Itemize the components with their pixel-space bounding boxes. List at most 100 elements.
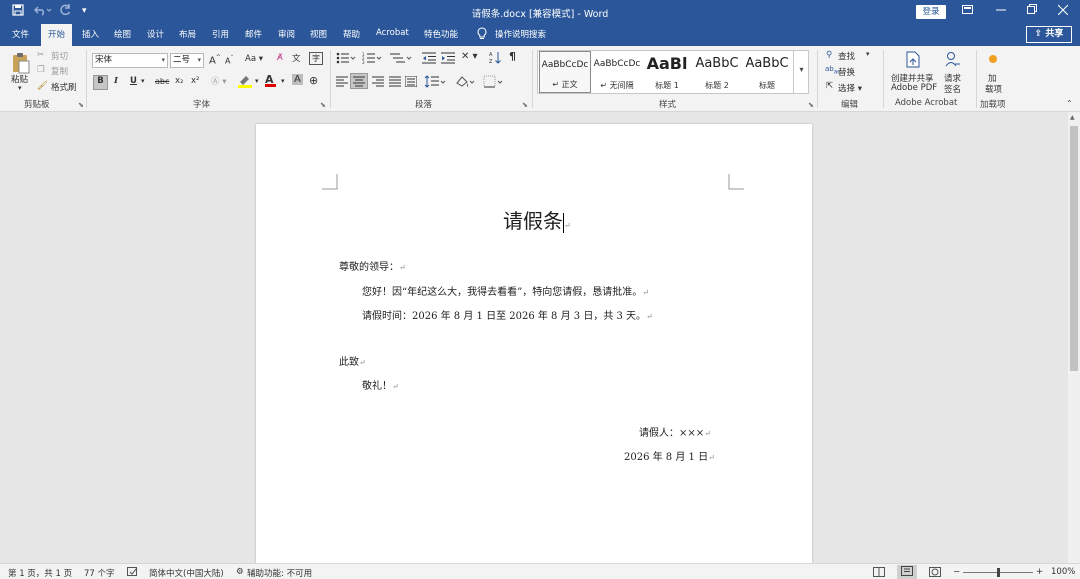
ribbon-display-icon[interactable] bbox=[962, 4, 973, 18]
change-case-button[interactable]: Aa ▾ bbox=[245, 54, 263, 64]
date-line[interactable]: 2026 年 8 月 1 日↵ bbox=[624, 448, 715, 463]
underline-button[interactable]: U bbox=[130, 76, 137, 86]
phonetic-guide-icon[interactable]: 文 bbox=[292, 52, 301, 64]
format-painter-icon[interactable]: 🖌 bbox=[37, 81, 48, 91]
numbering-icon[interactable]: 123 bbox=[362, 52, 382, 67]
style-no-spacing[interactable]: AaBbCcDc ↵ 无间隔 bbox=[591, 51, 643, 93]
tab-mailings[interactable]: 邮件 bbox=[245, 28, 262, 40]
tab-view[interactable]: 视图 bbox=[310, 28, 327, 40]
body-line-2[interactable]: 请假时间：2026 年 8 月 1 日至 2026 年 8 月 3 日，共 3 … bbox=[362, 307, 653, 322]
page-count[interactable]: 第 1 页，共 1 页 bbox=[8, 567, 72, 579]
language[interactable]: 简体中文(中国大陆) bbox=[149, 567, 224, 579]
accessibility-icon[interactable]: ⚙ bbox=[236, 567, 244, 577]
chevron-down-icon[interactable]: ▾ bbox=[866, 50, 870, 58]
show-marks-icon[interactable]: ¶ bbox=[509, 50, 516, 63]
grow-font-icon[interactable]: A^ bbox=[209, 54, 221, 66]
vertical-scrollbar[interactable]: ▲ bbox=[1068, 112, 1080, 563]
bold-button[interactable]: B bbox=[93, 75, 108, 90]
tab-draw[interactable]: 绘图 bbox=[114, 28, 131, 40]
tab-layout[interactable]: 布局 bbox=[179, 28, 196, 40]
scroll-up-icon[interactable]: ▲ bbox=[1070, 114, 1075, 121]
zoom-level[interactable]: 100% bbox=[1051, 567, 1075, 577]
zoom-out-icon[interactable]: − bbox=[953, 567, 960, 577]
highlight-button[interactable] bbox=[237, 74, 253, 91]
salutation-line[interactable]: 尊敬的领导：↵ bbox=[339, 258, 406, 273]
chevron-down-icon[interactable]: ▾ bbox=[141, 77, 145, 85]
replace-button[interactable]: 替换 bbox=[838, 66, 855, 78]
justify-icon[interactable] bbox=[389, 76, 401, 90]
tab-insert[interactable]: 插入 bbox=[82, 28, 99, 40]
styles-more-icon[interactable]: ▾ bbox=[793, 51, 809, 93]
italic-button[interactable]: I bbox=[114, 76, 118, 86]
styles-launcher-icon[interactable]: ⬊ bbox=[808, 101, 814, 109]
style-heading-2[interactable]: AaBbC 标题 2 bbox=[691, 51, 743, 93]
restore-icon[interactable] bbox=[1027, 4, 1037, 18]
shrink-font-icon[interactable]: Aˇ bbox=[225, 55, 233, 66]
bullets-icon[interactable] bbox=[336, 52, 356, 67]
tab-home[interactable]: 开始 bbox=[41, 24, 73, 46]
align-right-icon[interactable] bbox=[372, 76, 384, 90]
chevron-down-icon[interactable]: ▾ bbox=[255, 77, 259, 85]
word-count[interactable]: 77 个字 bbox=[84, 567, 115, 579]
sort-icon[interactable]: AZ bbox=[489, 51, 501, 67]
close-icon[interactable] bbox=[1057, 4, 1069, 18]
find-button[interactable]: 查找 bbox=[838, 50, 855, 62]
clipboard-launcher-icon[interactable]: ⬊ bbox=[78, 101, 84, 109]
borders-icon[interactable] bbox=[483, 75, 505, 91]
select-icon[interactable]: ⇱ bbox=[826, 81, 833, 91]
tell-me-search[interactable]: 操作说明搜索 bbox=[495, 28, 546, 40]
cut-icon[interactable]: ✂ bbox=[37, 50, 44, 60]
tab-help[interactable]: 帮助 bbox=[343, 28, 360, 40]
superscript-button[interactable]: x² bbox=[191, 76, 199, 86]
addins-label-2[interactable]: 载项 bbox=[985, 83, 1002, 95]
font-size-select[interactable]: 二号 ▾ bbox=[170, 53, 204, 68]
minimize-icon[interactable] bbox=[996, 4, 1006, 18]
proofing-icon[interactable] bbox=[127, 567, 138, 579]
cut-button[interactable]: 剪切 bbox=[51, 50, 68, 62]
shading-icon[interactable] bbox=[455, 75, 479, 91]
text-effects-icon[interactable]: Ⓐ ▾ bbox=[211, 75, 226, 87]
select-button[interactable]: 选择 ▾ bbox=[838, 82, 862, 94]
style-heading-1[interactable]: AaBl 标题 1 bbox=[641, 51, 693, 93]
style-normal[interactable]: AaBbCcDc ↵ 正文 bbox=[539, 51, 591, 93]
subscript-button[interactable]: x₂ bbox=[175, 76, 183, 86]
clear-formatting-icon[interactable]: A̸ bbox=[277, 53, 283, 63]
font-family-select[interactable]: 宋体 ▾ bbox=[92, 53, 168, 68]
tab-file[interactable]: 文件 bbox=[12, 28, 29, 40]
multilevel-list-icon[interactable] bbox=[390, 52, 412, 67]
character-shading-button[interactable]: A bbox=[292, 74, 303, 85]
create-pdf-icon[interactable] bbox=[906, 51, 920, 71]
find-icon[interactable]: ⚲ bbox=[826, 50, 832, 60]
print-layout-icon[interactable] bbox=[897, 565, 917, 579]
paragraph-launcher-icon[interactable]: ⬊ bbox=[522, 101, 528, 109]
tab-review[interactable]: 审阅 bbox=[278, 28, 295, 40]
distributed-icon[interactable] bbox=[404, 75, 418, 90]
request-signature-label-2[interactable]: 签名 bbox=[944, 83, 961, 95]
enclose-character-icon[interactable]: 字 bbox=[309, 52, 323, 65]
tab-design[interactable]: 设计 bbox=[147, 28, 164, 40]
format-painter-button[interactable]: 格式刷 bbox=[51, 81, 77, 93]
closing-line-1[interactable]: 此致↵ bbox=[339, 353, 366, 368]
zoom-slider-knob[interactable] bbox=[997, 568, 1000, 577]
chinese-layout-icon[interactable]: ✕ ▾ bbox=[461, 51, 478, 62]
copy-icon[interactable]: ❐ bbox=[37, 65, 45, 75]
tab-features[interactable]: 特色功能 bbox=[424, 28, 458, 40]
document-title[interactable]: 请假条↵ bbox=[503, 205, 571, 234]
font-color-button[interactable]: A bbox=[265, 73, 276, 87]
create-pdf-label-2[interactable]: Adobe PDF bbox=[891, 83, 937, 93]
copy-button[interactable]: 复制 bbox=[51, 65, 68, 77]
signer-line[interactable]: 请假人：×××↵ bbox=[639, 424, 711, 439]
tab-acrobat[interactable]: Acrobat bbox=[376, 28, 409, 38]
strikethrough-button[interactable]: abc bbox=[155, 77, 169, 86]
tab-references[interactable]: 引用 bbox=[212, 28, 229, 40]
web-layout-icon[interactable] bbox=[929, 567, 941, 579]
increase-indent-icon[interactable] bbox=[441, 52, 455, 67]
chevron-down-icon[interactable]: ▾ bbox=[281, 77, 285, 85]
body-line-1[interactable]: 您好！因“年纪这么大，我得去看看”，特向您请假，恳请批准。↵ bbox=[362, 283, 649, 298]
share-button[interactable]: ⇪ 共享 bbox=[1026, 26, 1072, 43]
line-spacing-icon[interactable] bbox=[424, 75, 446, 91]
scrollbar-thumb[interactable] bbox=[1070, 126, 1078, 371]
closing-line-2[interactable]: 敬礼！↵ bbox=[362, 377, 399, 392]
read-mode-icon[interactable] bbox=[873, 567, 885, 579]
encircle-character-icon[interactable]: ⊕ bbox=[309, 74, 318, 87]
